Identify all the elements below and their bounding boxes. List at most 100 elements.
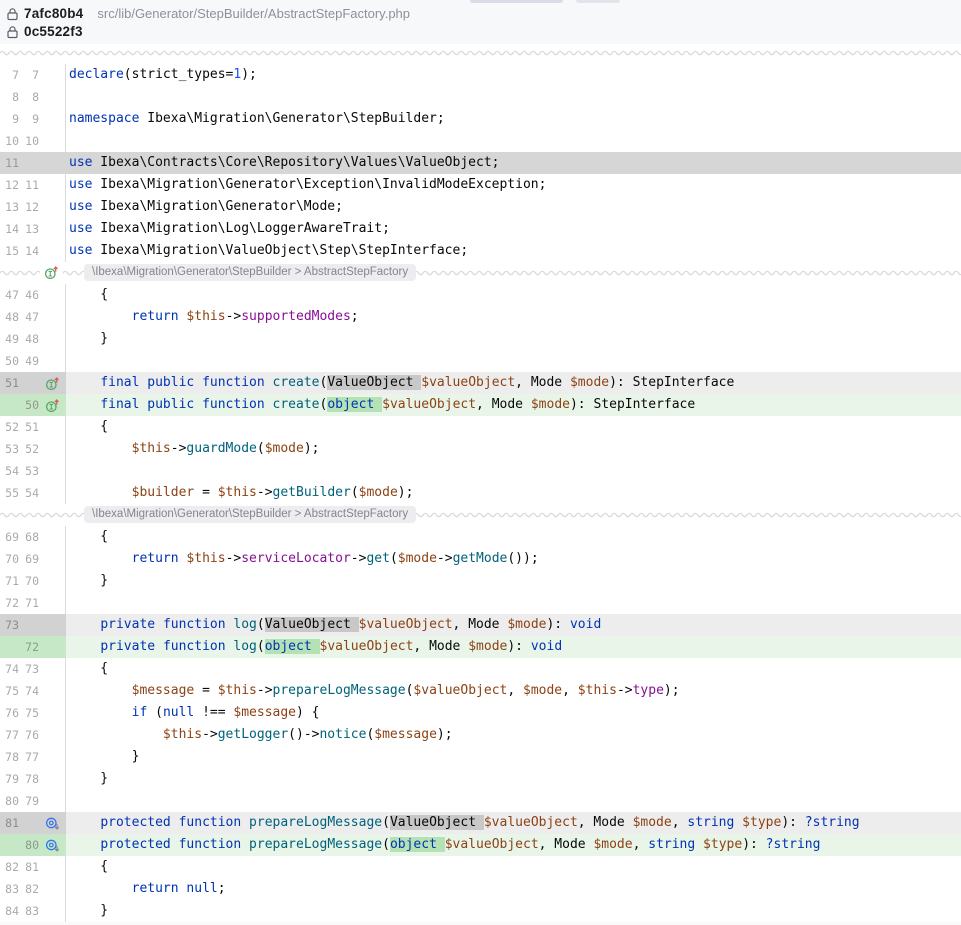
code-line: 7877 } (0, 746, 961, 768)
line-number-old: 70 (0, 548, 19, 570)
code-text[interactable]: use Ibexa\Migration\ValueObject\Step\Ste… (66, 240, 961, 262)
line-number-old: 69 (0, 526, 19, 548)
gutter-icon-slot (39, 108, 65, 130)
gutter: 5554 (0, 482, 66, 504)
gutter-icon-slot (39, 174, 65, 196)
code-text[interactable]: { (66, 856, 961, 878)
commit-hash-a[interactable]: 7afc80b4 (24, 5, 83, 23)
revision-row-a: 7afc80b4 src/lib/Generator/StepBuilder/A… (0, 5, 961, 23)
fold-breadcrumb[interactable]: \Ibexa\Migration\Generator\StepBuilder >… (84, 506, 416, 523)
code-text[interactable]: if (null !== $message) { (66, 702, 961, 724)
line-number-new: 11 (20, 174, 39, 196)
line-number-old: 53 (0, 438, 19, 460)
gutter: 7473 (0, 658, 66, 680)
gutter-icon-slot (39, 900, 65, 922)
implements-icon[interactable] (44, 265, 59, 280)
code-text[interactable]: final public function create(object $val… (66, 394, 961, 416)
gutter-icon-wrap[interactable] (40, 265, 63, 280)
gutter: 4847 (0, 306, 66, 328)
implements-icon[interactable] (45, 376, 60, 391)
gutter: 8079 (0, 790, 66, 812)
gutter: 7776 (0, 724, 66, 746)
code-text[interactable]: return null; (66, 878, 961, 900)
gutter: 8382 (0, 878, 66, 900)
code-text[interactable] (66, 130, 961, 152)
fold-breadcrumb[interactable]: \Ibexa\Migration\Generator\StepBuilder >… (84, 264, 416, 281)
line-number-old: 76 (0, 702, 19, 724)
code-text[interactable]: $message = $this->prepareLogMessage($val… (66, 680, 961, 702)
code-line: 5352 $this->guardMode($mode); (0, 438, 961, 460)
overridden-icon[interactable] (45, 838, 60, 853)
diff-content: 77declare(strict_types=1);8899namespace … (0, 64, 961, 922)
line-number-new: 13 (20, 218, 39, 240)
code-text[interactable]: use Ibexa\Migration\Generator\Exception\… (66, 174, 961, 196)
gutter: 99 (0, 108, 66, 130)
code-text[interactable] (66, 86, 961, 108)
code-line: 8079 (0, 790, 961, 812)
code-text[interactable]: private function log(object $valueObject… (66, 636, 961, 658)
code-text[interactable]: return $this->serviceLocator->get($mode-… (66, 548, 961, 570)
code-text[interactable]: } (66, 900, 961, 922)
code-line: 80 protected function prepareLogMessage(… (0, 834, 961, 856)
code-text[interactable] (66, 350, 961, 372)
overridden-icon[interactable] (45, 816, 60, 831)
commit-hash-b[interactable]: 0c5522f3 (24, 23, 83, 41)
line-number-old (0, 636, 19, 658)
code-line: 81 protected function prepareLogMessage(… (0, 812, 961, 834)
line-number-new (20, 812, 39, 834)
gutter: 7170 (0, 570, 66, 592)
code-text[interactable]: private function log(ValueObject $valueO… (66, 614, 961, 636)
line-number-new (20, 614, 39, 636)
gutter-icon-slot (39, 636, 65, 658)
code-text[interactable]: } (66, 746, 961, 768)
code-text[interactable]: declare(strict_types=1); (66, 64, 961, 86)
code-line: 1312use Ibexa\Migration\Generator\Mode; (0, 196, 961, 218)
code-text[interactable]: return $this->supportedModes; (66, 306, 961, 328)
code-text[interactable]: $this->getLogger()->notice($message); (66, 724, 961, 746)
code-text[interactable]: namespace Ibexa\Migration\Generator\Step… (66, 108, 961, 130)
gutter: 5251 (0, 416, 66, 438)
line-number-new: 46 (20, 284, 39, 306)
code-text[interactable] (66, 592, 961, 614)
code-text[interactable]: use Ibexa\Migration\Log\LoggerAwareTrait… (66, 218, 961, 240)
line-number-old: 52 (0, 416, 19, 438)
code-text[interactable]: { (66, 416, 961, 438)
gutter: 6968 (0, 526, 66, 548)
line-number-old: 75 (0, 680, 19, 702)
line-number-new: 77 (20, 746, 39, 768)
fold-wave (0, 47, 961, 59)
code-text[interactable]: } (66, 768, 961, 790)
code-text[interactable]: $builder = $this->getBuilder($mode); (66, 482, 961, 504)
code-text[interactable]: use Ibexa\Migration\Generator\Mode; (66, 196, 961, 218)
gutter-icon-slot (39, 306, 65, 328)
code-line: 50 final public function create(object $… (0, 394, 961, 416)
implements-icon[interactable] (45, 398, 60, 413)
line-number-new: 51 (20, 416, 39, 438)
gutter: 4948 (0, 328, 66, 350)
code-text[interactable]: } (66, 570, 961, 592)
diff-header: 7afc80b4 src/lib/Generator/StepBuilder/A… (0, 0, 961, 44)
code-text[interactable]: { (66, 526, 961, 548)
code-text[interactable]: } (66, 328, 961, 350)
code-text[interactable]: { (66, 658, 961, 680)
code-text[interactable]: use Ibexa\Contracts\Core\Repository\Valu… (66, 152, 961, 174)
code-text[interactable] (66, 790, 961, 812)
gutter: 5352 (0, 438, 66, 460)
code-text[interactable] (66, 460, 961, 482)
line-number-old: 47 (0, 284, 19, 306)
code-text[interactable]: { (66, 284, 961, 306)
line-number-old: 9 (0, 108, 19, 130)
gutter: 81 (0, 812, 66, 834)
gutter-icon-slot (39, 526, 65, 548)
code-text[interactable]: protected function prepareLogMessage(obj… (66, 834, 961, 856)
code-text[interactable]: protected function prepareLogMessage(Val… (66, 812, 961, 834)
code-text[interactable]: $this->guardMode($mode); (66, 438, 961, 460)
code-line: 7271 (0, 592, 961, 614)
fold-separator: \Ibexa\Migration\Generator\StepBuilder >… (0, 504, 961, 526)
code-line: 77declare(strict_types=1); (0, 64, 961, 86)
gutter-icon-slot (39, 416, 65, 438)
line-number-old: 82 (0, 856, 19, 878)
code-text[interactable]: final public function create(ValueObject… (66, 372, 961, 394)
gutter: 5049 (0, 350, 66, 372)
code-line: 7574 $message = $this->prepareLogMessage… (0, 680, 961, 702)
